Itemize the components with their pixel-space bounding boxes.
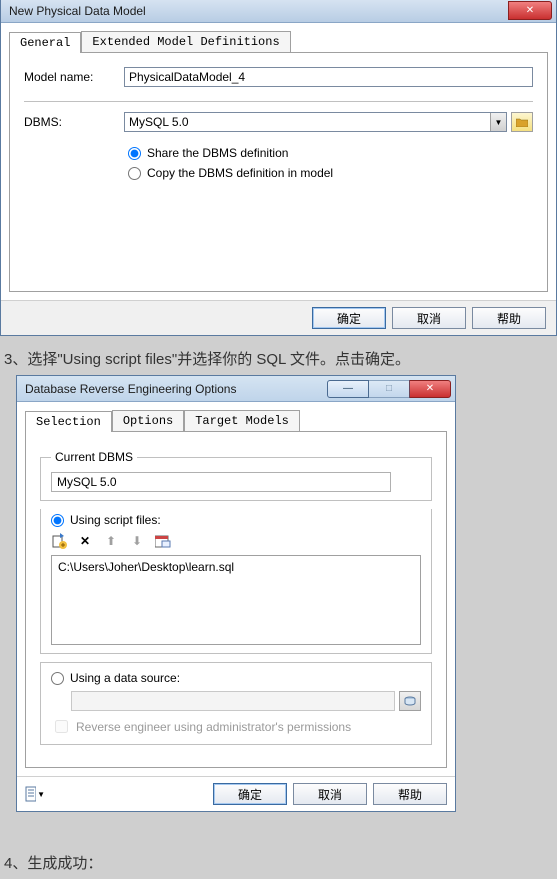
using-script-label: Using script files: bbox=[70, 513, 161, 527]
dialog-new-physical-data-model: New Physical Data Model ✕ General Extend… bbox=[0, 0, 557, 336]
data-source-input bbox=[71, 691, 395, 711]
using-ds-label: Using a data source: bbox=[70, 671, 180, 685]
model-name-row: Model name: bbox=[24, 67, 533, 87]
current-dbms-value: MySQL 5.0 bbox=[51, 472, 391, 492]
tab-row: Selection Options Target Models bbox=[25, 410, 447, 431]
checkbox-admin-permissions bbox=[55, 720, 68, 733]
cancel-button[interactable]: 取消 bbox=[392, 307, 466, 329]
tab-row: General Extended Model Definitions bbox=[9, 31, 548, 52]
radio-copy-label: Copy the DBMS definition in model bbox=[147, 166, 333, 180]
ok-button[interactable]: 确定 bbox=[312, 307, 386, 329]
chevron-down-icon: ▼ bbox=[37, 790, 45, 799]
model-name-input[interactable] bbox=[124, 67, 533, 87]
script-toolbar: ✕ ⬆ ⬇ bbox=[51, 533, 421, 549]
radio-copy-row: Copy the DBMS definition in model bbox=[128, 166, 533, 180]
dialog-title: New Physical Data Model bbox=[9, 4, 146, 18]
using-data-source-fieldset: Using a data source: Reverse engineer us… bbox=[40, 662, 432, 745]
admin-permissions-label: Reverse engineer using administrator's p… bbox=[76, 720, 351, 734]
arrow-up-icon: ⬆ bbox=[103, 533, 119, 549]
dbms-combobox[interactable]: MySQL 5.0 ▼ bbox=[124, 112, 507, 132]
current-dbms-legend: Current DBMS bbox=[51, 450, 137, 464]
admin-permissions-row: Reverse engineer using administrator's p… bbox=[51, 717, 421, 736]
title-controls: ✕ bbox=[509, 1, 556, 20]
dbms-label: DBMS: bbox=[24, 115, 124, 129]
minimize-icon[interactable]: — bbox=[327, 380, 369, 398]
model-name-label: Model name: bbox=[24, 70, 124, 84]
tab-options[interactable]: Options bbox=[112, 410, 184, 431]
radio-copy[interactable] bbox=[128, 167, 141, 180]
cancel-button[interactable]: 取消 bbox=[293, 783, 367, 805]
title-controls: — □ ✕ bbox=[328, 380, 455, 398]
radio-using-script-files[interactable] bbox=[51, 514, 64, 527]
annotation-step-4: 4、生成成功： bbox=[4, 852, 553, 873]
help-button[interactable]: 帮助 bbox=[472, 307, 546, 329]
using-script-fieldset: Using script files: ✕ ⬆ ⬇ C:\Users\Joher… bbox=[40, 509, 432, 654]
delete-icon[interactable]: ✕ bbox=[77, 533, 93, 549]
radio-share-label: Share the DBMS definition bbox=[147, 146, 288, 160]
current-dbms-fieldset: Current DBMS MySQL 5.0 bbox=[40, 450, 432, 501]
list-item[interactable]: C:\Users\Joher\Desktop\learn.sql bbox=[58, 560, 414, 574]
annotation-step-3: 3、选择"Using script files"并选择你的 SQL 文件。点击确… bbox=[4, 348, 553, 369]
dbms-value: MySQL 5.0 bbox=[129, 115, 189, 129]
properties-icon[interactable] bbox=[155, 533, 171, 549]
tab-general[interactable]: General bbox=[9, 32, 81, 53]
dialog-reverse-engineering-options: Database Reverse Engineering Options — □… bbox=[16, 375, 456, 812]
folder-icon[interactable] bbox=[511, 112, 533, 132]
browse-data-source-icon[interactable] bbox=[399, 691, 421, 711]
tab-body-selection: Current DBMS MySQL 5.0 Using script file… bbox=[25, 431, 447, 768]
titlebar: Database Reverse Engineering Options — □… bbox=[17, 376, 455, 402]
divider bbox=[24, 101, 533, 102]
chevron-down-icon[interactable]: ▼ bbox=[490, 113, 506, 131]
dialog1-button-row: 确定 取消 帮助 bbox=[1, 300, 556, 335]
arrow-down-icon: ⬇ bbox=[129, 533, 145, 549]
add-file-icon[interactable] bbox=[51, 533, 67, 549]
tab-extended-model-definitions[interactable]: Extended Model Definitions bbox=[81, 31, 290, 52]
page-options-icon[interactable]: ▼ bbox=[25, 785, 45, 803]
maximize-icon: □ bbox=[368, 380, 410, 398]
radio-using-data-source[interactable] bbox=[51, 672, 64, 685]
script-file-list[interactable]: C:\Users\Joher\Desktop\learn.sql bbox=[51, 555, 421, 645]
dialog2-button-row: ▼ 确定 取消 帮助 bbox=[17, 776, 455, 811]
close-icon[interactable]: ✕ bbox=[409, 380, 451, 398]
close-icon[interactable]: ✕ bbox=[508, 1, 552, 20]
titlebar: New Physical Data Model ✕ bbox=[1, 0, 556, 23]
tab-body-general: Model name: DBMS: MySQL 5.0 ▼ Share the … bbox=[9, 52, 548, 292]
tab-selection[interactable]: Selection bbox=[25, 411, 112, 432]
help-button[interactable]: 帮助 bbox=[373, 783, 447, 805]
radio-share-row: Share the DBMS definition bbox=[128, 146, 533, 160]
dbms-row: DBMS: MySQL 5.0 ▼ bbox=[24, 112, 533, 132]
radio-share[interactable] bbox=[128, 147, 141, 160]
dialog-title: Database Reverse Engineering Options bbox=[25, 382, 236, 396]
tab-target-models[interactable]: Target Models bbox=[184, 410, 300, 431]
ok-button[interactable]: 确定 bbox=[213, 783, 287, 805]
